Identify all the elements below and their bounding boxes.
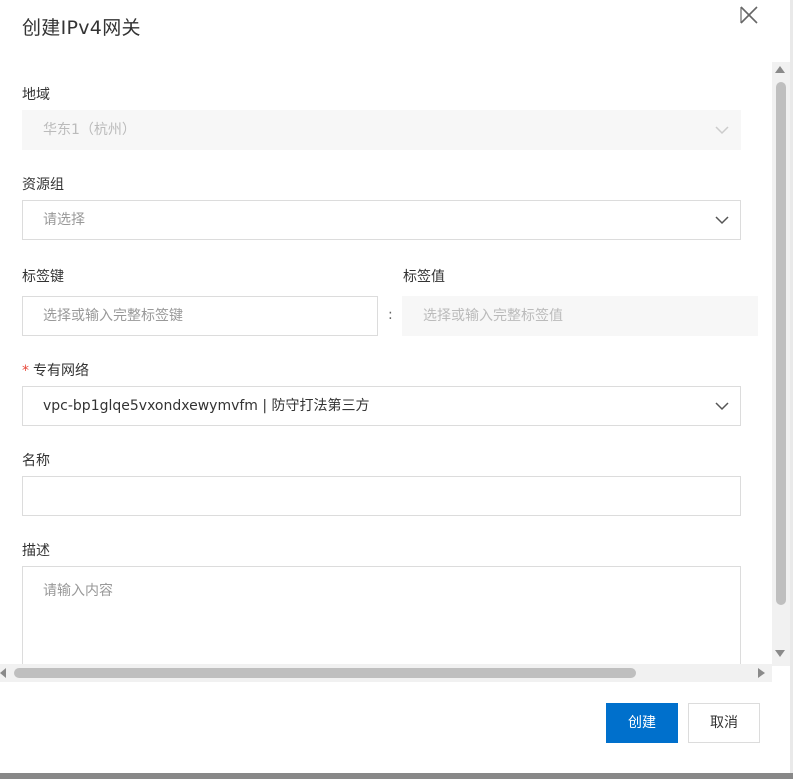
tag-key-placeholder: 选择或输入完整标签键 [43,308,183,324]
vpc-select[interactable]: vpc-bp1glqe5vxondxewymvfm | 防守打法第三方 [22,386,741,426]
create-button[interactable]: 创建 [606,703,678,743]
vertical-scroll-thumb[interactable] [776,82,786,605]
tag-key-label: 标签键 [22,269,64,285]
chevron-down-icon [715,126,729,135]
resource-group-placeholder: 请选择 [43,212,85,228]
close-icon[interactable] [738,4,760,26]
resource-group-select[interactable]: 请选择 [22,200,741,240]
vpc-value: vpc-bp1glqe5vxondxewymvfm | 防守打法第三方 [43,398,370,414]
chevron-down-icon [715,402,729,411]
vpc-label: * 专有网络 [22,360,89,380]
tag-key-input[interactable]: 选择或输入完整标签键 [22,296,378,336]
required-mark: * [22,363,29,379]
tag-value-placeholder: 选择或输入完整标签值 [423,308,563,324]
name-input[interactable] [22,476,741,516]
description-label: 描述 [22,543,50,559]
description-textarea[interactable]: 请输入内容 [22,566,741,666]
horizontal-scroll-thumb[interactable] [14,668,636,678]
name-label: 名称 [22,453,50,469]
scroll-down-icon[interactable] [775,650,785,657]
scroll-right-icon[interactable] [758,668,765,678]
scroll-left-icon[interactable] [0,668,6,678]
region-label: 地域 [22,87,50,103]
cancel-button[interactable]: 取消 [688,703,760,743]
dialog-bottom-border [0,773,793,779]
create-ipv4-gateway-dialog: 创建IPv4网关 地域 华东1（杭州） 资源组 请选择 标签键 标签值 选择或输… [0,0,793,779]
dialog-title: 创建IPv4网关 [22,17,141,39]
vpc-label-text: 专有网络 [33,363,89,379]
tag-value-input: 选择或输入完整标签值 [402,296,758,336]
description-placeholder: 请输入内容 [43,583,113,599]
region-value: 华东1（杭州） [43,122,136,138]
scroll-up-icon[interactable] [775,66,785,73]
chevron-down-icon [715,216,729,225]
tag-value-label: 标签值 [403,269,445,285]
tag-separator: : [388,307,393,323]
resource-group-label: 资源组 [22,177,64,193]
region-select: 华东1（杭州） [22,110,741,150]
